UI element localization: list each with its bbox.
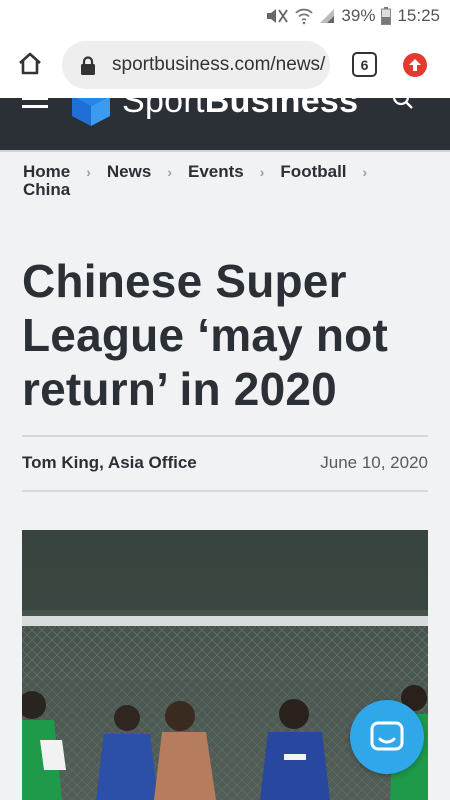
logo-mark-icon[interactable] [72,98,110,131]
breadcrumb: Home › News › Events › Football › China [23,163,433,199]
logo-text-bold: Business [204,98,359,120]
browser-toolbar: sportbusiness.com/news/ 6 [0,32,450,98]
breadcrumb-home[interactable]: Home [23,163,70,181]
battery-icon [381,7,392,25]
update-button[interactable] [403,53,427,77]
byline-top-divider [22,435,428,437]
article-title: Chinese Super League ‘may not return’ in… [22,255,388,415]
breadcrumb-events[interactable]: Events [188,163,244,181]
chat-button[interactable] [350,700,424,774]
logo-text-light: Sport [122,98,205,120]
status-icons: 39% 15:25 [265,6,440,26]
site-header: SportBusiness [0,98,450,150]
chevron-right-icon: › [259,164,265,180]
arrow-up-icon [409,59,421,71]
breadcrumb-football[interactable]: Football [280,163,346,181]
header-divider [0,150,450,152]
search-icon [392,98,413,109]
article-author[interactable]: Tom King, Asia Office [22,453,197,473]
chevron-right-icon: › [86,164,91,180]
chat-icon [370,721,404,751]
chevron-right-icon: › [362,164,368,180]
url-text: sportbusiness.com/news/ [112,54,326,75]
search-button[interactable] [392,98,414,115]
wifi-icon [295,7,314,25]
site-logo[interactable]: SportBusiness [122,98,358,121]
lock-icon [80,56,96,81]
status-bar: 39% 15:25 [0,0,450,32]
hamburger-icon [22,98,48,108]
breadcrumb-china[interactable]: China [23,181,70,199]
clock: 15:25 [397,6,440,25]
tab-switcher-button[interactable]: 6 [352,52,377,77]
home-icon [19,52,41,75]
article-date: June 10, 2020 [320,453,428,472]
byline-bottom-divider [22,490,428,492]
chevron-right-icon: › [167,164,172,180]
battery-percent: 39% [341,6,376,25]
address-bar[interactable]: sportbusiness.com/news/ [62,41,330,89]
breadcrumb-news[interactable]: News [107,163,151,181]
menu-button[interactable] [22,98,48,114]
signal-icon [319,8,335,24]
mute-icon [265,7,289,25]
home-button[interactable] [16,50,46,80]
